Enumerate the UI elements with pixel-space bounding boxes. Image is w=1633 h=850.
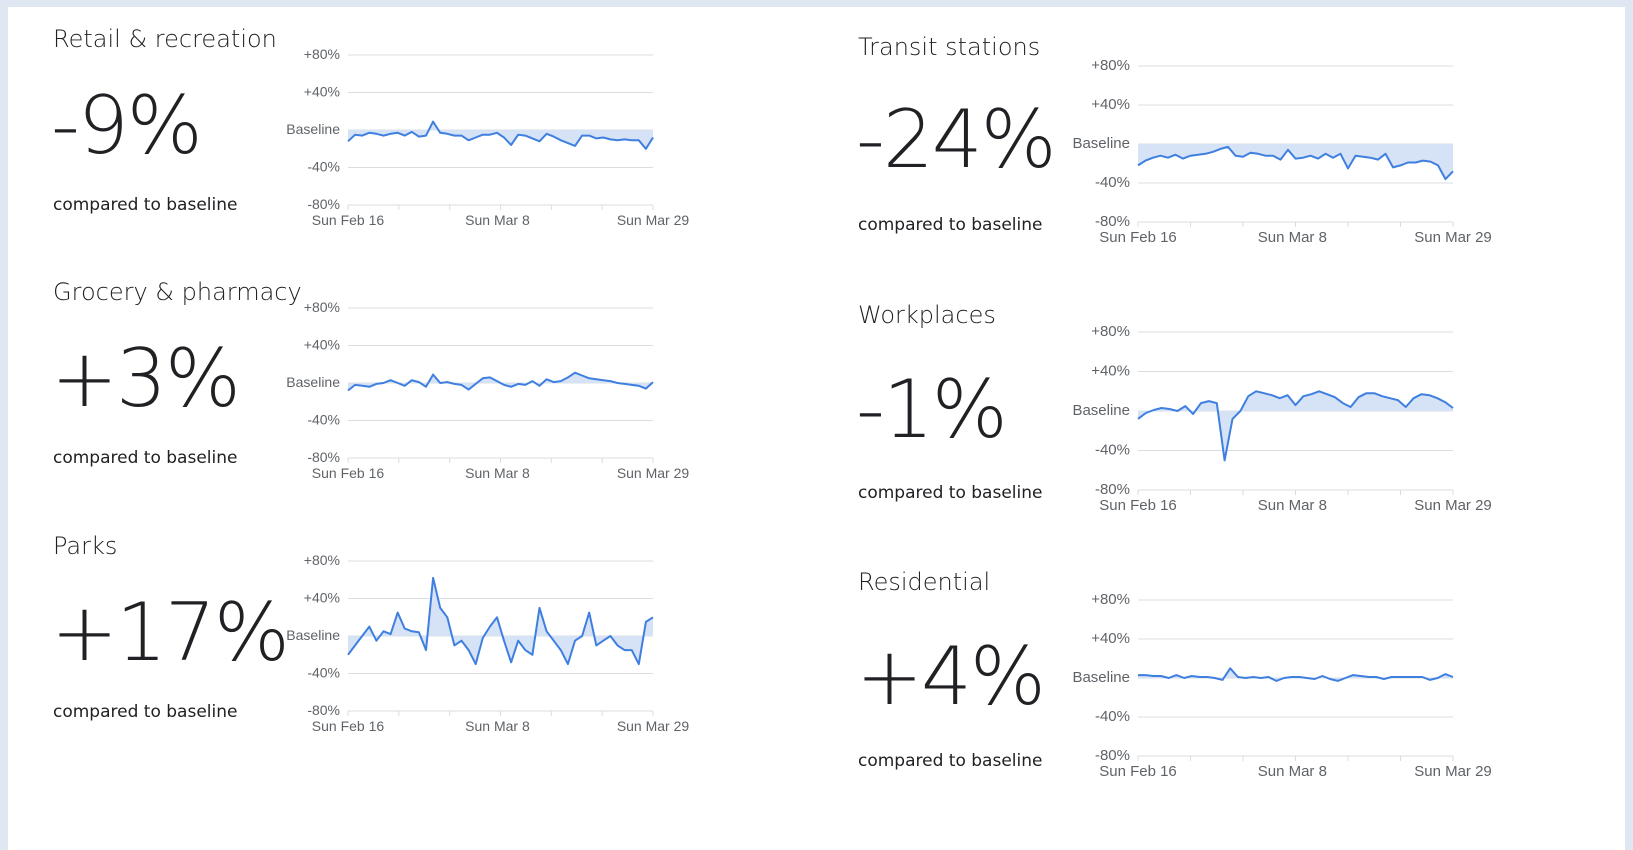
workplaces-compared-label: compared to baseline <box>858 483 1043 503</box>
transit-stations-compared-label: compared to baseline <box>858 215 1043 235</box>
workplaces-chart: +80% +40% Baseline -40% -80%Sun Feb 16 Sun Ma… <box>1072 323 1492 514</box>
y-tick-label: +40% <box>1091 96 1130 113</box>
y-tick-label: Baseline <box>1072 402 1130 419</box>
series-area <box>1138 144 1453 180</box>
y-tick-label: +40% <box>304 337 340 353</box>
y-tick-label: -80% <box>1095 747 1130 764</box>
series-area <box>348 577 653 665</box>
transit-stations-chart: +80% +40% Baseline -40% -80%Sun Feb 16 Sun Ma… <box>1072 57 1492 246</box>
x-tick-label: Sun Feb 16 <box>312 718 385 734</box>
x-tick-label: Sun Mar 29 <box>617 212 690 228</box>
series-line <box>347 371 654 392</box>
y-tick-label: Baseline <box>286 374 340 390</box>
y-tick-label: -80% <box>1095 213 1130 230</box>
series-line <box>347 576 654 666</box>
y-tick-label: Baseline <box>286 627 340 643</box>
y-tick-label: +40% <box>1091 363 1130 380</box>
workplaces-title: Workplaces <box>858 301 996 329</box>
y-tick-label: -40% <box>307 159 340 175</box>
x-tick-label: Sun Feb 16 <box>1099 763 1177 780</box>
x-tick-label: Sun Mar 8 <box>1258 229 1327 246</box>
retail-and-recreation-chart: +80% +40% Baseline -40% -80%Sun Feb 16 Sun Ma… <box>286 46 690 228</box>
series-area <box>1138 668 1453 681</box>
x-tick-label: Sun Feb 16 <box>1099 497 1177 514</box>
parks-chart: +80% +40% Baseline -40% -80%Sun Feb 16 Sun Ma… <box>286 552 690 734</box>
x-tick-label: Sun Feb 16 <box>1099 229 1177 246</box>
y-tick-label: -80% <box>307 196 340 212</box>
y-tick-label: +80% <box>1091 323 1130 340</box>
y-tick-label: -80% <box>307 449 340 465</box>
y-tick-label: -80% <box>307 702 340 718</box>
y-tick-label: -40% <box>1095 708 1130 725</box>
x-tick-label: Sun Mar 29 <box>617 465 690 481</box>
parks-title: Parks <box>53 532 118 560</box>
x-tick-label: Sun Feb 16 <box>312 465 385 481</box>
transit-stations-title: Transit stations <box>858 33 1041 61</box>
y-tick-label: -40% <box>307 412 340 428</box>
x-tick-label: Sun Mar 8 <box>465 465 530 481</box>
y-tick-label: +40% <box>304 84 340 100</box>
x-tick-label: Sun Mar 8 <box>1258 497 1327 514</box>
y-tick-label: -40% <box>307 665 340 681</box>
y-tick-label: Baseline <box>1072 669 1130 686</box>
y-tick-label: +80% <box>304 299 340 315</box>
transit-stations-headline-value: -24% <box>856 93 1057 186</box>
y-tick-label: Baseline <box>286 121 340 137</box>
x-tick-label: Sun Mar 29 <box>1414 763 1492 780</box>
x-tick-label: Sun Mar 29 <box>1414 229 1492 246</box>
y-tick-label: +80% <box>1091 591 1130 608</box>
residential-compared-label: compared to baseline <box>858 751 1043 771</box>
x-tick-label: Sun Mar 8 <box>465 212 530 228</box>
parks-headline-value: +17% <box>51 586 290 679</box>
y-tick-label: Baseline <box>1072 135 1130 152</box>
x-tick-label: Sun Mar 29 <box>617 718 690 734</box>
y-tick-label: +40% <box>1091 630 1130 647</box>
grocery-and-pharmacy-chart: +80% +40% Baseline -40% -80%Sun Feb 16 Sun Ma… <box>286 299 690 481</box>
y-tick-label: +80% <box>304 552 340 568</box>
y-tick-label: +80% <box>1091 57 1130 74</box>
grocery-and-pharmacy-compared-label: compared to baseline <box>53 448 238 468</box>
y-tick-label: -40% <box>1095 174 1130 191</box>
residential-chart: +80% +40% Baseline -40% -80%Sun Feb 16 Sun Ma… <box>1072 591 1492 780</box>
retail-and-recreation-title: Retail & recreation <box>53 25 277 53</box>
y-tick-label: +80% <box>304 46 340 62</box>
residential-headline-value: +4% <box>856 630 1046 723</box>
grocery-and-pharmacy-headline-value: +3% <box>51 332 241 425</box>
grocery-and-pharmacy-title: Grocery & pharmacy <box>53 278 302 306</box>
x-tick-label: Sun Feb 16 <box>312 212 385 228</box>
residential-title: Residential <box>858 568 991 596</box>
retail-and-recreation-compared-label: compared to baseline <box>53 195 238 215</box>
mobility-report-page: Retail & recreation -9% compared to baseli… <box>8 7 1625 850</box>
workplaces-headline-value: -1% <box>856 363 1008 456</box>
y-tick-label: +40% <box>304 590 340 606</box>
parks-compared-label: compared to baseline <box>53 702 238 722</box>
x-tick-label: Sun Mar 29 <box>1414 497 1492 514</box>
x-tick-label: Sun Mar 8 <box>465 718 530 734</box>
retail-and-recreation-headline-value: -9% <box>51 79 203 172</box>
x-tick-label: Sun Mar 8 <box>1258 763 1327 780</box>
y-tick-label: -40% <box>1095 442 1130 459</box>
y-tick-label: -80% <box>1095 481 1130 498</box>
series-line <box>1138 667 1454 682</box>
